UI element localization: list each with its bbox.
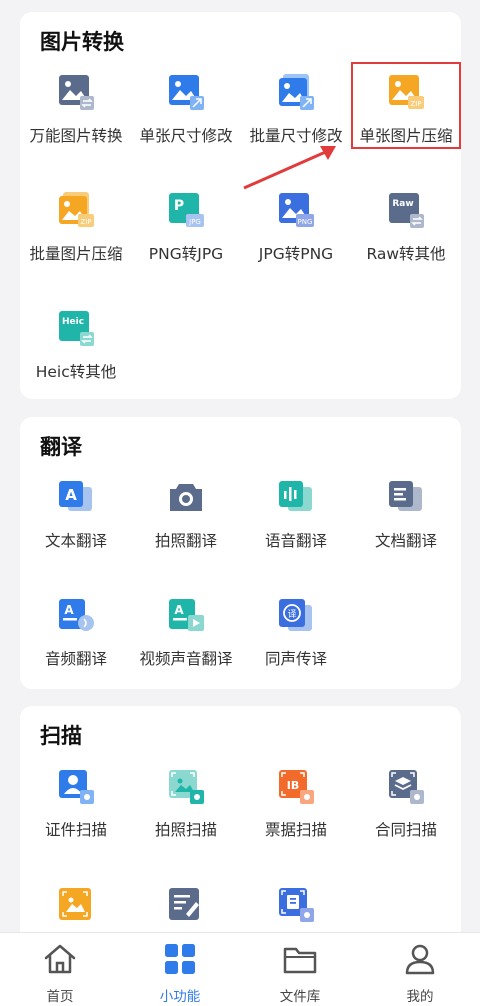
item-raw-convert[interactable]: Raw Raw转其他: [350, 180, 462, 280]
svg-text:JPG: JPG: [188, 218, 201, 226]
item-image-scan[interactable]: [20, 874, 132, 932]
camera-icon: [170, 484, 202, 511]
item-batch-resize[interactable]: 批量尺寸修改: [240, 62, 352, 162]
section-scan: 扫描 证件扫描 拍照扫描 IB 票据扫描 合同扫描: [20, 706, 461, 932]
item-label: Heic转其他: [35, 363, 117, 381]
item-batch-compress[interactable]: ZIP 批量图片压缩: [20, 180, 132, 280]
item-label: 拍照扫描: [154, 821, 217, 839]
item-voice-translate[interactable]: 语音翻译: [240, 467, 352, 567]
item-label: 音频翻译: [44, 650, 107, 668]
photo-scan-icon: [169, 770, 204, 804]
svg-text:P: P: [174, 198, 184, 214]
item-photo-scan[interactable]: 拍照扫描: [130, 756, 242, 856]
tab-label: 首页: [46, 989, 74, 1005]
item-contract-scan[interactable]: 合同扫描: [350, 756, 462, 856]
item-single-resize[interactable]: 单张尺寸修改: [130, 62, 242, 162]
folder-icon: [283, 947, 317, 974]
raw-convert-icon: Raw: [389, 193, 424, 228]
item-universal-convert[interactable]: 万能图片转换: [20, 62, 132, 162]
item-label: 文本翻译: [44, 532, 107, 550]
heic-convert-icon: Heic: [59, 311, 94, 346]
svg-text:A: A: [64, 603, 74, 617]
grid-icon: [165, 944, 195, 974]
batch-compress-icon: ZIP: [59, 192, 94, 227]
section-title: 扫描: [40, 724, 82, 748]
tab-tools[interactable]: 小功能: [120, 933, 240, 1006]
svg-text:ZIP: ZIP: [410, 100, 421, 108]
tab-label: 小功能: [159, 989, 201, 1005]
svg-text:Raw: Raw: [392, 199, 413, 209]
tab-file-library[interactable]: 文件库: [240, 933, 360, 1006]
tab-label: 我的: [406, 989, 434, 1005]
item-label: 拍照翻译: [154, 532, 217, 550]
svg-text:A: A: [174, 603, 184, 617]
section-image-convert: 图片转换 万能图片转换 单张尺寸修改 批量尺寸修改 ZIP 单张图片压缩 ZIP…: [20, 12, 461, 399]
item-photo-translate[interactable]: 拍照翻译: [130, 467, 242, 567]
item-simultaneous-interpret[interactable]: 译 同声传译: [240, 585, 352, 685]
png-to-jpg-icon: P JPG: [169, 193, 204, 227]
svg-text:ZIP: ZIP: [80, 218, 91, 226]
item-single-compress[interactable]: ZIP 单张图片压缩: [350, 62, 462, 162]
voice-icon: [279, 481, 312, 511]
item-label: 批量图片压缩: [29, 245, 123, 263]
image-scan-icon: [59, 888, 91, 920]
item-text-translate[interactable]: A 文本翻译: [20, 467, 132, 567]
id-scan-icon: [59, 770, 94, 804]
item-document-translate[interactable]: 文档翻译: [350, 467, 462, 567]
item-label: 证件扫描: [44, 821, 107, 839]
image-compress-icon: ZIP: [389, 75, 424, 109]
bottom-tab-bar: 首页 小功能 文件库 我的: [0, 932, 480, 1006]
audio-translate-icon: A: [59, 599, 94, 631]
svg-text:IB: IB: [287, 779, 299, 792]
tab-mine[interactable]: 我的: [360, 933, 480, 1006]
item-label: 文档翻译: [374, 532, 437, 550]
home-icon: [44, 944, 76, 974]
svg-text:PNG: PNG: [298, 218, 313, 226]
batch-resize-icon: [279, 74, 314, 110]
image-convert-icon: [59, 75, 94, 110]
item-video-translate[interactable]: A 视频声音翻译: [130, 585, 242, 685]
simultaneous-interpret-icon: 译: [279, 599, 312, 631]
svg-text:Heic: Heic: [62, 317, 84, 327]
item-png-to-jpg[interactable]: P JPG PNG转JPG: [130, 180, 242, 280]
item-text-scan[interactable]: [130, 874, 242, 932]
user-icon: [405, 944, 435, 975]
tab-label: 文件库: [279, 989, 321, 1005]
item-label: 单张尺寸修改: [139, 127, 233, 145]
document-icon: [389, 481, 422, 511]
item-label: JPG转PNG: [258, 245, 334, 263]
item-label: 万能图片转换: [29, 127, 123, 145]
item-label: 批量尺寸修改: [249, 127, 343, 145]
book-scan-icon: [279, 888, 314, 922]
feature-list[interactable]: 图片转换 万能图片转换 单张尺寸修改 批量尺寸修改 ZIP 单张图片压缩 ZIP…: [0, 0, 480, 932]
receipt-scan-icon: IB: [279, 770, 314, 804]
item-label: 票据扫描: [264, 821, 327, 839]
item-label: 语音翻译: [264, 532, 327, 550]
item-book-scan[interactable]: [240, 874, 352, 932]
item-label: 单张图片压缩: [359, 127, 453, 145]
svg-text:A: A: [65, 486, 77, 504]
contract-scan-icon: [389, 770, 424, 804]
item-audio-translate[interactable]: A 音频翻译: [20, 585, 132, 685]
section-title: 翻译: [40, 435, 82, 459]
section-title: 图片转换: [40, 30, 124, 54]
item-heic-convert[interactable]: Heic Heic转其他: [20, 298, 132, 398]
item-jpg-to-png[interactable]: PNG JPG转PNG: [240, 180, 352, 280]
item-receipt-scan[interactable]: IB 票据扫描: [240, 756, 352, 856]
item-label: 合同扫描: [374, 821, 437, 839]
text-translate-icon: A: [59, 481, 92, 511]
item-label: 视频声音翻译: [139, 650, 233, 668]
item-id-scan[interactable]: 证件扫描: [20, 756, 132, 856]
text-scan-icon: [169, 888, 199, 920]
image-resize-icon: [169, 75, 204, 110]
tab-home[interactable]: 首页: [0, 933, 120, 1006]
section-translate: 翻译 A 文本翻译 拍照翻译 语音翻译 文档翻译 A 音频翻译 A 视频声音翻译…: [20, 417, 461, 689]
item-label: Raw转其他: [366, 245, 446, 263]
jpg-to-png-icon: PNG: [279, 193, 314, 227]
item-label: 同声传译: [264, 650, 327, 668]
video-translate-icon: A: [169, 599, 204, 631]
svg-text:译: 译: [287, 609, 296, 620]
item-label: PNG转JPG: [148, 245, 224, 263]
